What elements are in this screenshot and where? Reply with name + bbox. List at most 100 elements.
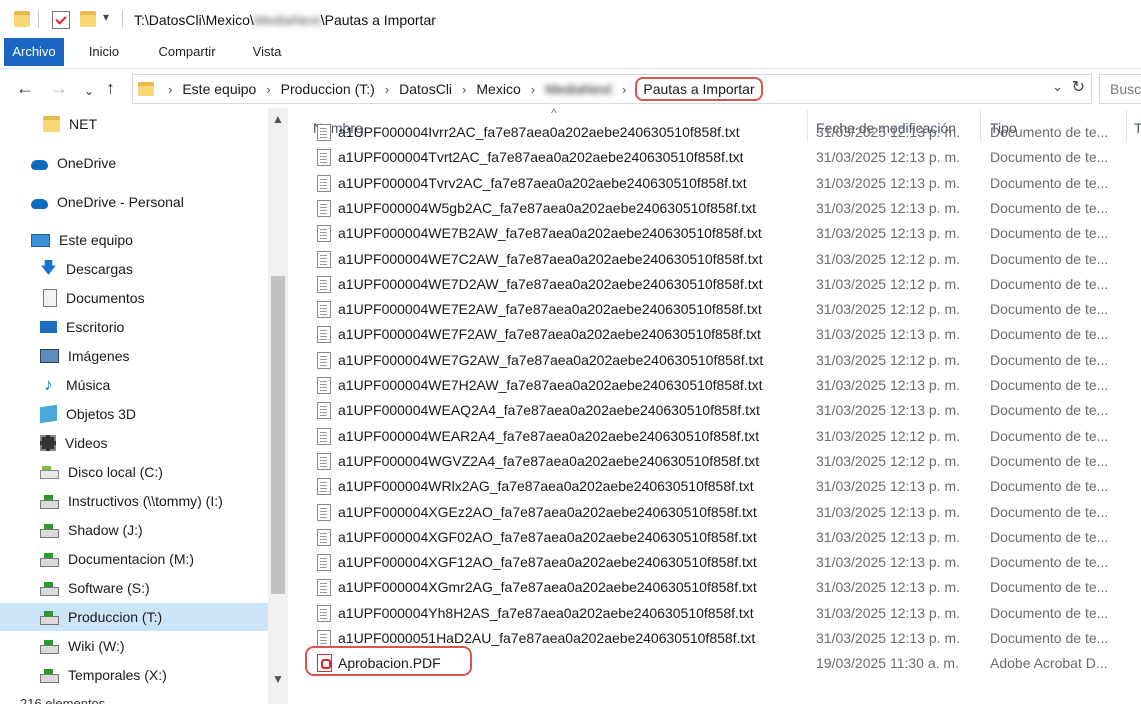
search-box[interactable]: Busc xyxy=(1099,74,1141,104)
file-row[interactable]: a1UPF000004WRlx2AG_fa7e87aea0a202aebe240… xyxy=(288,474,1141,499)
file-name: a1UPF000004WEAQ2A4_fa7e87aea0a202aebe240… xyxy=(338,402,760,419)
address-bar[interactable]: › Este equipo › Produccion (T:) › DatosC… xyxy=(132,74,1092,104)
nav-item-videos[interactable]: Videos xyxy=(0,429,268,457)
file-row[interactable]: a1UPF000004Yh8H2AS_fa7e87aea0a202aebe240… xyxy=(288,601,1141,626)
file-row[interactable]: a1UPF000004WEAQ2A4_fa7e87aea0a202aebe240… xyxy=(288,398,1141,423)
new-folder-icon[interactable] xyxy=(80,11,96,27)
text-file-icon xyxy=(317,452,331,470)
nav-label: Instructivos (\\tommy) (I:) xyxy=(68,493,223,509)
recent-locations-icon[interactable]: ⌄ xyxy=(84,81,94,101)
tab-compartir[interactable]: Compartir xyxy=(146,38,228,66)
text-file-icon xyxy=(317,554,331,572)
file-type: Documento de te... xyxy=(990,528,1109,545)
crumb-blurred[interactable]: MediaNext xyxy=(541,81,616,97)
scroll-up-icon[interactable]: ▲ xyxy=(272,112,284,126)
network-drive-icon xyxy=(40,668,59,683)
file-row[interactable]: a1UPF000004WE7B2AW_fa7e87aea0a202aebe240… xyxy=(288,221,1141,246)
file-type: Documento de te... xyxy=(990,604,1109,621)
nav-item-shadow[interactable]: Shadow (J:) xyxy=(0,516,268,544)
scroll-down-icon[interactable]: ▼ xyxy=(272,672,284,686)
chevron-right-icon[interactable]: › xyxy=(162,82,178,97)
network-drive-icon xyxy=(40,581,59,596)
forward-arrow-icon[interactable]: → xyxy=(50,78,68,98)
file-row[interactable]: a1UPF000004WE7F2AW_fa7e87aea0a202aebe240… xyxy=(288,322,1141,347)
file-name: a1UPF000004WE7H2AW_fa7e87aea0a202aebe240… xyxy=(338,377,763,393)
nav-item-software[interactable]: Software (S:) xyxy=(0,574,268,602)
file-row[interactable]: a1UPF000004XGF02AO_fa7e87aea0a202aebe240… xyxy=(288,525,1141,550)
crumb-datoscli[interactable]: DatosCli xyxy=(395,81,456,97)
file-row[interactable]: a1UPF000004WEAR2A4_fa7e87aea0a202aebe240… xyxy=(288,424,1141,449)
documents-icon xyxy=(43,289,57,307)
nav-item-net[interactable]: NET xyxy=(0,110,268,138)
file-list: ^ Nombre Fecha de modificación Tipo T a1… xyxy=(288,108,1141,704)
file-row[interactable]: a1UPF000004Tvrt2AC_fa7e87aea0a202aebe240… xyxy=(288,145,1141,170)
nav-item-documentos[interactable]: Documentos xyxy=(0,284,268,312)
properties-icon[interactable] xyxy=(52,11,70,29)
crumb-este-equipo[interactable]: Este equipo xyxy=(178,81,260,97)
file-date: 31/03/2025 12:13 p. m. xyxy=(816,503,960,520)
chevron-right-icon[interactable]: › xyxy=(616,82,632,97)
file-row[interactable]: Aprobacion.PDF 19/03/2025 11:30 a. m. Adob… xyxy=(288,646,1141,677)
address-row: ← → ⌄ ↑ › Este equipo › Produccion (T:) … xyxy=(0,70,1141,108)
crumb-mexico[interactable]: Mexico xyxy=(472,81,524,97)
item-count-status: 216 elementos xyxy=(20,696,106,704)
nav-scrollbar[interactable]: ▲ ▼ xyxy=(268,108,288,704)
nav-item-onedrive-personal[interactable]: OneDrive - Personal xyxy=(0,188,268,216)
file-row[interactable]: a1UPF000004WE7G2AW_fa7e87aea0a202aebe240… xyxy=(288,348,1141,373)
nav-item-temporales[interactable]: Temporales (X:) xyxy=(0,661,268,689)
chevron-right-icon[interactable]: › xyxy=(525,82,541,97)
nav-label: NET xyxy=(69,116,97,132)
tab-vista[interactable]: Vista xyxy=(242,38,292,66)
file-type: Documento de te... xyxy=(990,250,1109,267)
file-row[interactable]: a1UPF000004WGVZ2A4_fa7e87aea0a202aebe240… xyxy=(288,449,1141,474)
file-name: a1UPF000004WE7G2AW_fa7e87aea0a202aebe240… xyxy=(338,351,764,368)
nav-label: Objetos 3D xyxy=(66,406,137,422)
file-name: a1UPF000004XGmr2AG_fa7e87aea0a202aebe240… xyxy=(338,579,757,596)
nav-item-este-equipo[interactable]: Este equipo xyxy=(0,226,268,254)
file-type: Documento de te... xyxy=(990,301,1109,318)
back-arrow-icon[interactable]: ← xyxy=(16,78,34,98)
nav-item-imagenes[interactable]: Imágenes xyxy=(0,342,268,370)
file-row[interactable]: a1UPF000004XGEz2AO_fa7e87aea0a202aebe240… xyxy=(288,500,1141,525)
customize-quick-access-icon[interactable]: ▾ xyxy=(103,10,109,24)
nav-item-documentacion[interactable]: Documentacion (M:) xyxy=(0,545,268,573)
file-row[interactable]: a1UPF000004WE7H2AW_fa7e87aea0a202aebe240… xyxy=(288,373,1141,398)
file-row[interactable]: a1UPF000004Ivrr2AC_fa7e87aea0a202aebe240… xyxy=(288,120,1141,145)
nav-item-escritorio[interactable]: Escritorio xyxy=(0,313,268,341)
crumb-pautas-a-importar[interactable]: Pautas a Importar xyxy=(635,77,763,101)
file-row[interactable]: a1UPF000004XGmr2AG_fa7e87aea0a202aebe240… xyxy=(288,575,1141,600)
nav-item-disco-local[interactable]: Disco local (C:) xyxy=(0,458,268,486)
nav-item-onedrive[interactable]: OneDrive xyxy=(0,149,268,177)
nav-item-instructivos[interactable]: Instructivos (\\tommy) (I:) xyxy=(0,487,268,515)
file-row[interactable]: a1UPF000004WE7D2AW_fa7e87aea0a202aebe240… xyxy=(288,272,1141,297)
nav-item-produccion[interactable]: Produccion (T:) xyxy=(0,603,268,631)
chevron-right-icon[interactable]: › xyxy=(379,82,395,97)
title-bar: ▾ T:\DatosCli\Mexico\MediaNext\Pautas a … xyxy=(0,0,1141,38)
file-type: Documento de te... xyxy=(990,630,1109,646)
tab-archivo[interactable]: Archivo xyxy=(4,38,64,66)
file-row[interactable]: a1UPF000004WE7C2AW_fa7e87aea0a202aebe240… xyxy=(288,247,1141,272)
nav-item-descargas[interactable]: 🡇 Descargas xyxy=(0,255,268,283)
file-date: 31/03/2025 12:13 p. m. xyxy=(816,478,960,495)
file-row[interactable]: a1UPF000004Tvrv2AC_fa7e87aea0a202aebe240… xyxy=(288,171,1141,196)
refresh-icon[interactable]: ↻ xyxy=(1072,77,1085,97)
nav-item-wiki[interactable]: Wiki (W:) xyxy=(0,632,268,660)
tab-inicio[interactable]: Inicio xyxy=(78,38,130,66)
file-name: Aprobacion.PDF xyxy=(338,655,441,672)
navigation-pane: NET OneDrive OneDrive - Personal Este eq… xyxy=(0,108,288,704)
file-row[interactable]: a1UPF000004XGF12AO_fa7e87aea0a202aebe240… xyxy=(288,550,1141,575)
address-dropdown-icon[interactable]: ⌄ xyxy=(1052,79,1063,95)
up-arrow-icon[interactable]: ↑ xyxy=(106,78,115,98)
nav-item-musica[interactable]: ♪ Música xyxy=(0,371,268,399)
divider xyxy=(38,10,39,28)
chevron-right-icon[interactable]: › xyxy=(456,82,472,97)
search-input[interactable]: Busc xyxy=(1110,81,1141,97)
file-row[interactable]: a1UPF000004W5gb2AC_fa7e87aea0a202aebe240… xyxy=(288,196,1141,221)
file-row[interactable]: a1UPF000004WE7E2AW_fa7e87aea0a202aebe240… xyxy=(288,297,1141,322)
crumb-produccion[interactable]: Produccion (T:) xyxy=(277,81,379,97)
file-date: 31/03/2025 12:13 p. m. xyxy=(816,174,960,191)
text-file-icon xyxy=(317,275,331,293)
chevron-right-icon[interactable]: › xyxy=(260,82,276,97)
scrollbar-thumb[interactable] xyxy=(271,276,285,594)
nav-item-objetos-3d[interactable]: Objetos 3D xyxy=(0,400,268,428)
